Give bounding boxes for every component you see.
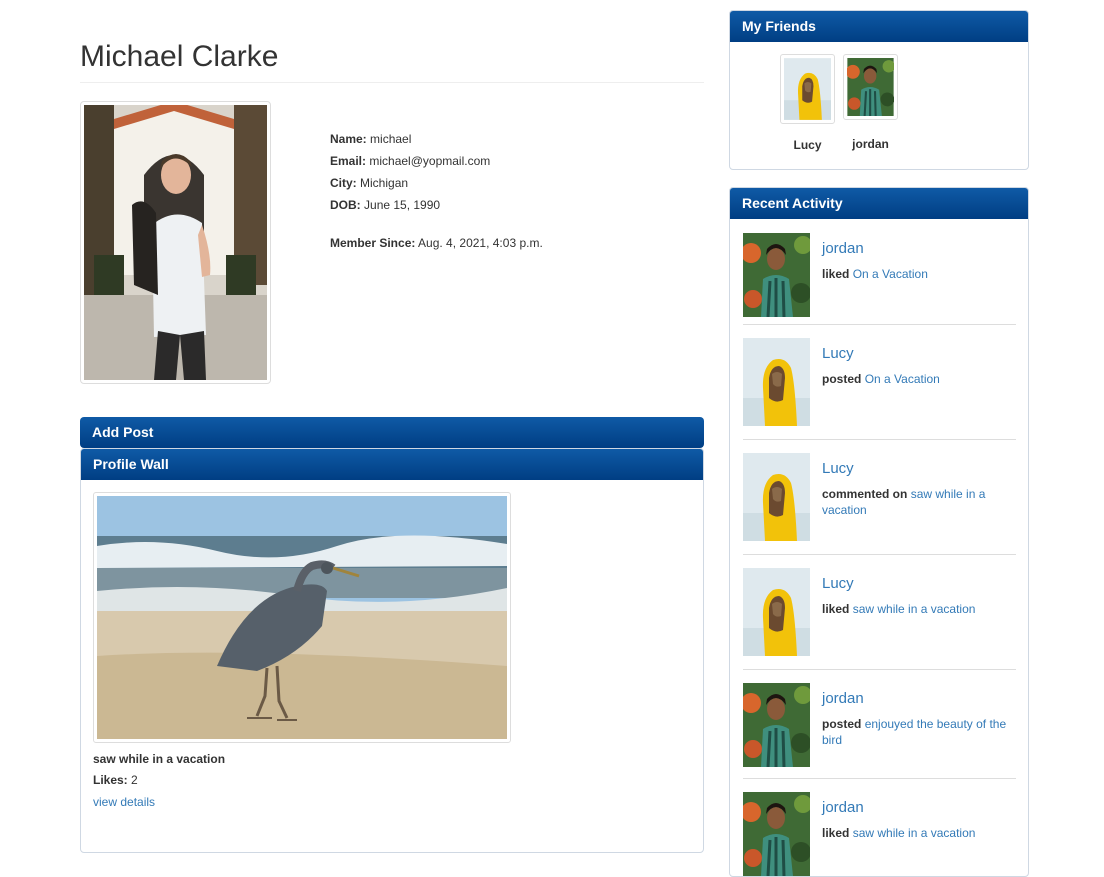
activity-user-link[interactable]: jordan — [822, 240, 864, 257]
detail-email: Email: michael@yopmail.com — [330, 154, 491, 168]
profile-wall-heading: Profile Wall — [81, 449, 703, 480]
recent-activity-panel: Recent Activity jordan liked On a Vacati… — [729, 187, 1029, 877]
post-likes: Likes: 2 — [93, 773, 138, 787]
lucy-avatar — [784, 58, 831, 120]
activity-item: Lucy commented on saw while in a vacatio… — [743, 440, 1016, 555]
post-title: saw while in a vacation — [93, 752, 226, 766]
activity-item: jordan liked On a Vacation — [743, 220, 1016, 325]
add-post-panel[interactable]: Add Post — [80, 417, 704, 448]
friend-name[interactable]: Lucy — [780, 138, 835, 152]
activity-target-link[interactable]: saw while in a vacation — [853, 602, 976, 616]
friend-avatar[interactable] — [780, 54, 835, 124]
activity-target-link[interactable]: saw while in a vacation — [853, 826, 976, 840]
activity-user-link[interactable]: Lucy — [822, 575, 854, 592]
lucy-avatar[interactable] — [743, 568, 810, 656]
activity-text: liked saw while in a vacation — [822, 602, 976, 616]
activity-user-link[interactable]: jordan — [822, 799, 864, 816]
friend-item-jordan[interactable]: jordan — [843, 54, 898, 151]
activity-text: posted enjouyed the beauty of the bird — [822, 717, 1007, 747]
activity-text: commented on saw while in a vacation — [822, 487, 986, 517]
detail-member-since: Member Since: Aug. 4, 2021, 4:03 p.m. — [330, 236, 543, 250]
activity-item: jordan posted enjouyed the beauty of the… — [743, 670, 1016, 779]
profile-wall-panel: Profile Wall saw while in a vacation Lik… — [80, 448, 704, 853]
recent-activity-heading: Recent Activity — [730, 188, 1028, 219]
activity-target-link[interactable]: On a Vacation — [853, 267, 928, 281]
activity-user-link[interactable]: Lucy — [822, 345, 854, 362]
activity-item: jordan liked saw while in a vacation — [743, 779, 1016, 877]
my-friends-panel: My Friends Lucy jordan — [729, 10, 1029, 170]
friend-avatar[interactable] — [843, 54, 898, 120]
view-details-link[interactable]: view details — [93, 795, 511, 809]
activity-target-link[interactable]: On a Vacation — [865, 372, 940, 386]
jordan-avatar[interactable] — [743, 683, 810, 767]
activity-text: liked saw while in a vacation — [822, 826, 976, 840]
add-post-heading[interactable]: Add Post — [80, 417, 704, 448]
activity-item: Lucy posted On a Vacation — [743, 325, 1016, 440]
my-friends-heading: My Friends — [730, 11, 1028, 42]
page-title: Michael Clarke — [80, 40, 704, 83]
lucy-avatar[interactable] — [743, 453, 810, 541]
jordan-avatar[interactable] — [743, 233, 810, 317]
activity-text: liked On a Vacation — [822, 267, 928, 281]
activity-user-link[interactable]: jordan — [822, 690, 864, 707]
friend-name[interactable]: jordan — [843, 137, 898, 151]
detail-city: City: Michigan — [330, 176, 409, 190]
jordan-avatar[interactable] — [743, 792, 810, 876]
profile-photo-image — [84, 105, 267, 380]
post-image[interactable] — [93, 492, 511, 743]
wall-post: saw while in a vacation Likes: 2 view de… — [93, 492, 511, 809]
heron-photo — [97, 496, 507, 739]
jordan-avatar — [847, 58, 894, 116]
detail-name: Name: michael — [330, 132, 412, 146]
lucy-avatar[interactable] — [743, 338, 810, 426]
activity-item: Lucy liked saw while in a vacation — [743, 555, 1016, 670]
profile-details: Name: michael Email: michael@yopmail.com… — [330, 128, 543, 254]
activity-text: posted On a Vacation — [822, 372, 940, 386]
profile-photo — [80, 101, 271, 384]
detail-dob: DOB: June 15, 1990 — [330, 198, 441, 212]
activity-user-link[interactable]: Lucy — [822, 460, 854, 477]
friend-item-lucy[interactable]: Lucy — [780, 54, 835, 152]
